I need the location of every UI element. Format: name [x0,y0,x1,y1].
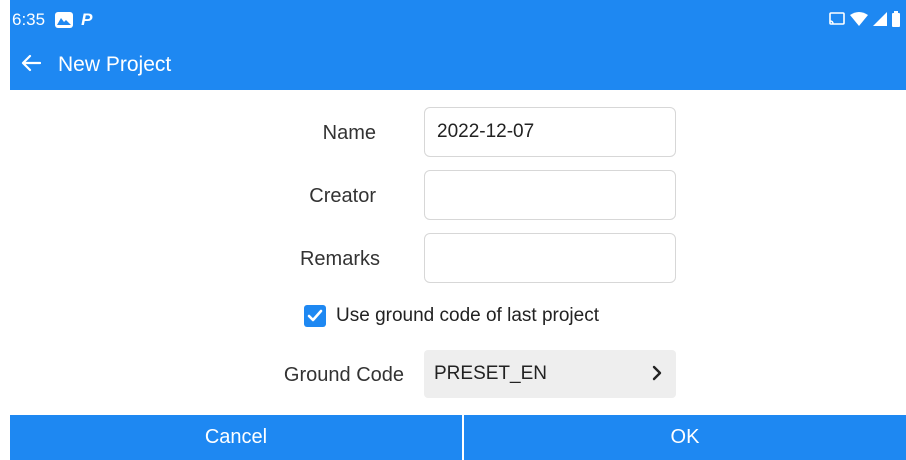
ground-code-value: PRESET_EN [434,363,547,384]
remarks-label: Remarks [299,248,380,270]
ground-code-label: Ground Code [283,364,404,386]
back-button[interactable] [14,48,48,82]
status-icons [829,11,900,27]
remarks-input[interactable] [424,233,676,283]
checkbox-checked-icon[interactable] [304,305,326,327]
creator-input[interactable] [424,170,676,220]
use-last-ground-code-checkbox[interactable]: Use ground code of last project [304,303,599,329]
status-bar: 6:35 P [10,0,906,40]
ok-button[interactable]: OK [464,415,906,460]
ground-code-select[interactable]: PRESET_EN [424,350,676,398]
cancel-button[interactable]: Cancel [10,415,462,460]
arrow-left-icon [21,54,42,77]
battery-icon [892,11,900,27]
status-time: 6:35 [12,10,46,29]
signal-icon [873,12,887,26]
name-label: Name [322,122,376,144]
gallery-icon [55,12,74,28]
use-last-ground-code-label: Use ground code of last project [336,305,599,326]
p-icon: P [81,10,93,29]
cast-icon [829,12,845,26]
new-project-screen: 6:35 P New Project Name 2022-12-07 Creat… [0,0,906,460]
chevron-right-icon [652,365,662,386]
page-title: New Project [58,53,172,76]
app-bar: New Project [10,40,906,90]
wifi-icon [850,12,868,26]
creator-label: Creator [309,185,376,207]
bottom-action-bar: Cancel OK [10,415,906,460]
name-input[interactable] [424,107,676,157]
